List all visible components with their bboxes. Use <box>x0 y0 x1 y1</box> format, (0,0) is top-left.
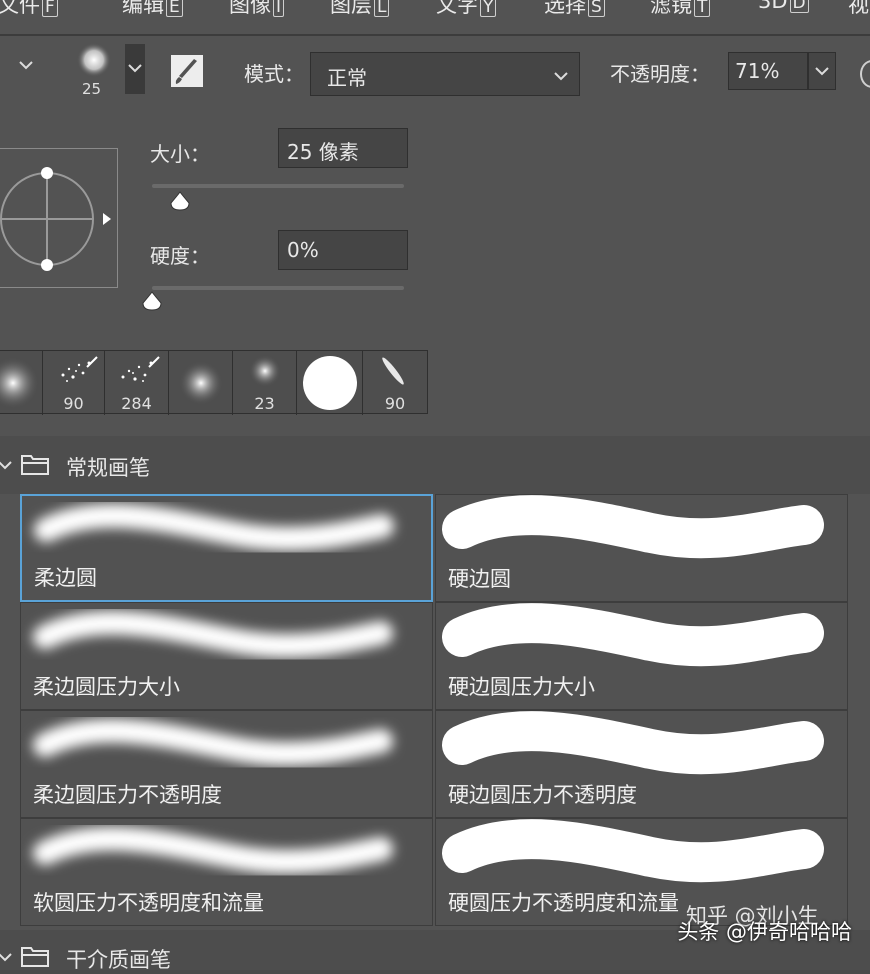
menu-select-label: 选择 <box>544 0 586 17</box>
hardness-value: 0% <box>287 238 319 262</box>
recent-brush-soft-23[interactable]: 23 <box>233 351 297 415</box>
menu-select[interactable]: 选择 S <box>544 0 605 19</box>
recent-brush-spatter-284[interactable]: 284 <box>105 351 169 415</box>
menu-view[interactable]: 视 <box>848 0 869 19</box>
recent-brush-calligraphy-90[interactable]: 90 <box>363 351 427 415</box>
opacity-input[interactable]: 71% <box>728 52 808 90</box>
menu-layer-key: L <box>374 0 390 17</box>
brush-preset-name: 软圆压力不透明度和流量 <box>33 891 264 915</box>
menu-type-label: 文字 <box>436 0 478 17</box>
menu-file[interactable]: 文件 F <box>0 0 58 19</box>
recent-brush-hard-round[interactable] <box>297 351 363 415</box>
recent-brush-size-label: 90 <box>384 394 406 413</box>
menu-image-label: 图像 <box>229 0 271 17</box>
folder-general-label: 常规画笔 <box>66 456 150 480</box>
brush-preset-name: 硬边圆 <box>448 567 511 591</box>
brush-preset-1[interactable]: 柔边圆 <box>20 494 433 602</box>
recent-brush-size-label: 284 <box>121 394 152 413</box>
menu-view-label: 视 <box>848 0 869 17</box>
brush-preset-2[interactable]: 硬边圆 <box>435 494 848 602</box>
mode-label: 模式： <box>244 62 304 86</box>
chevron-down-icon <box>0 456 12 475</box>
blend-mode-select[interactable]: 正常 <box>310 52 580 96</box>
hardness-input[interactable]: 0% <box>278 230 408 270</box>
menu-file-label: 文件 <box>0 0 40 17</box>
folder-icon <box>20 452 50 480</box>
opacity-label: 不透明度： <box>610 62 710 86</box>
hardness-slider-track[interactable] <box>152 286 404 290</box>
chevron-down-icon <box>0 948 12 967</box>
size-value: 25 像素 <box>287 140 359 164</box>
folder-icon <box>20 944 50 972</box>
brush-preset-6[interactable]: 硬边圆压力不透明度 <box>435 710 848 818</box>
menu-3d-key: D <box>789 0 809 13</box>
chevron-down-icon <box>553 67 569 86</box>
folder-dry-media-label: 干介质画笔 <box>66 948 171 972</box>
options-bar: 25 模式： 正常 不透明度： 71% <box>0 34 870 106</box>
menu-image-key: I <box>273 0 285 17</box>
pressure-opacity-icon[interactable] <box>860 60 870 88</box>
menu-layer-label: 图层 <box>330 0 372 17</box>
tool-preset-chevron-icon[interactable] <box>18 56 34 75</box>
menu-3d[interactable]: 3D D <box>758 0 809 13</box>
size-slider-thumb[interactable] <box>169 190 191 216</box>
recent-brush-soft-large[interactable] <box>0 351 43 415</box>
recent-brushes-strip: 90 284 23 90 <box>0 350 428 415</box>
hardness-label: 硬度： <box>150 244 210 268</box>
brush-settings-panel-icon[interactable] <box>170 54 204 88</box>
menu-edit[interactable]: 编辑 E <box>122 0 183 19</box>
menu-select-key: S <box>588 0 605 17</box>
menu-filter-label: 滤镜 <box>650 0 692 17</box>
brush-preset-name: 硬圆压力不透明度和流量 <box>448 891 679 915</box>
brush-preset-7[interactable]: 软圆压力不透明度和流量 <box>20 818 433 926</box>
recent-brush-spatter-90[interactable]: 90 <box>43 351 105 415</box>
menu-bar: 文件 F 编辑 E 图像 I 图层 L 文字 Y 选择 S 滤镜 T 3D D 视 <box>0 0 870 34</box>
brush-preset-4[interactable]: 硬边圆压力大小 <box>435 602 848 710</box>
menu-edit-label: 编辑 <box>122 0 164 17</box>
brush-picker-toggle[interactable] <box>125 44 145 94</box>
hardness-slider-thumb[interactable] <box>141 290 163 316</box>
brush-angle-roundness-widget[interactable] <box>0 148 118 288</box>
opacity-value: 71% <box>735 59 780 83</box>
menu-layer[interactable]: 图层 L <box>330 0 390 19</box>
brush-preset-name: 硬边圆压力大小 <box>448 675 595 699</box>
size-slider-track[interactable] <box>152 184 404 188</box>
brush-preset-picker: 大小： 25 像素 硬度： 0% 90 284 23 90 常规画笔 柔边圆 硬… <box>0 104 870 972</box>
menu-filter[interactable]: 滤镜 T <box>650 0 711 19</box>
brush-preset-5[interactable]: 柔边圆压力不透明度 <box>20 710 433 818</box>
menu-3d-label: 3D <box>758 0 788 13</box>
size-label: 大小： <box>150 142 210 166</box>
recent-brush-size-label: 23 <box>254 394 275 413</box>
blend-mode-value: 正常 <box>327 66 367 90</box>
recent-brush-soft-medium[interactable] <box>169 351 233 415</box>
size-input[interactable]: 25 像素 <box>278 128 408 168</box>
brush-grid: 柔边圆 硬边圆柔边圆压力大小 硬边圆压力大小柔边圆压力不透明度 硬边圆压力不透明度软圆… <box>20 494 850 926</box>
brush-preset-name: 柔边圆 <box>34 566 97 590</box>
watermark: 头条 @伊奇哈哈哈 <box>677 920 852 944</box>
menu-type[interactable]: 文字 Y <box>436 0 497 19</box>
menu-file-key: F <box>42 0 58 17</box>
menu-filter-key: T <box>694 0 711 17</box>
menu-edit-key: E <box>166 0 183 17</box>
brush-tip-preview-icon[interactable] <box>76 42 112 78</box>
menu-image[interactable]: 图像 I <box>229 0 285 19</box>
brush-preset-name: 硬边圆压力不透明度 <box>448 783 637 807</box>
recent-brush-size-label: 90 <box>63 394 84 413</box>
brush-preset-3[interactable]: 柔边圆压力大小 <box>20 602 433 710</box>
brush-preset-name: 柔边圆压力大小 <box>33 675 180 699</box>
folder-general-brushes[interactable]: 常规画笔 <box>0 436 870 494</box>
brush-preset-name: 柔边圆压力不透明度 <box>33 783 222 807</box>
menu-type-key: Y <box>480 0 497 17</box>
brush-size-readout: 25 <box>82 80 102 98</box>
opacity-dropdown-button[interactable] <box>808 52 836 90</box>
